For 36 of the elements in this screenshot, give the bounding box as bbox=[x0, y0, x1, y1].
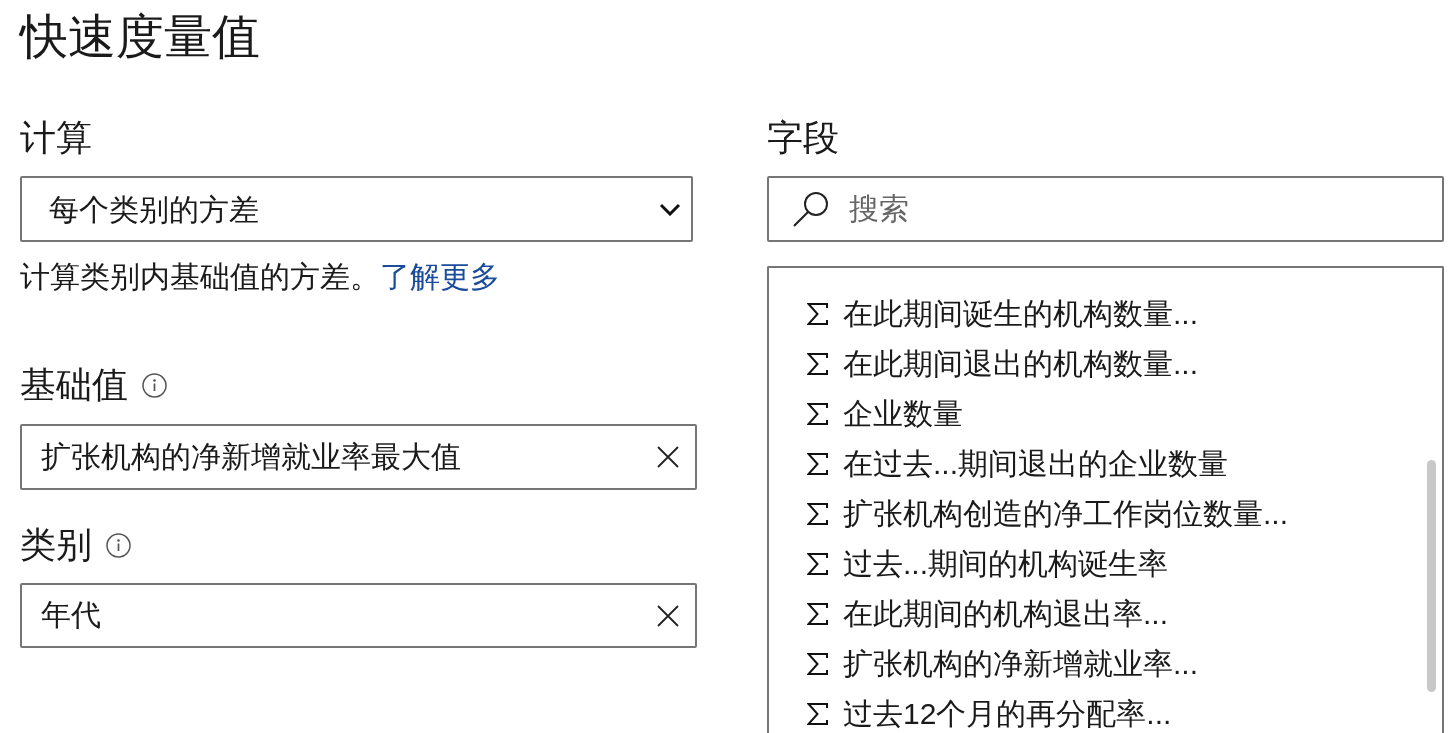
field-list-item[interactable]: 在过去...期间退出的企业数量 bbox=[769, 439, 1442, 489]
sigma-icon bbox=[807, 403, 828, 425]
sigma-icon bbox=[807, 553, 828, 575]
sigma-icon bbox=[807, 303, 828, 325]
field-list-item[interactable]: 在此期间退出的机构数量... bbox=[769, 339, 1442, 389]
field-list-item[interactable]: 扩张机构的净新增就业率... bbox=[769, 639, 1442, 689]
search-icon bbox=[793, 191, 829, 227]
sigma-icon bbox=[807, 353, 828, 375]
field-list-item[interactable]: 过去12个月的再分配率... bbox=[769, 689, 1442, 733]
sigma-icon bbox=[807, 653, 828, 675]
scrollbar-thumb[interactable] bbox=[1427, 460, 1436, 692]
calculation-dropdown[interactable]: 每个类别的方差 bbox=[20, 176, 693, 242]
calculation-label: 计算 bbox=[20, 116, 92, 160]
field-list-item[interactable]: 过去...期间的机构诞生率 bbox=[769, 539, 1442, 589]
field-list-item[interactable]: 在此期间诞生的机构数量... bbox=[769, 289, 1442, 339]
dialog-title: 快速度量值 bbox=[20, 9, 260, 65]
base-value-label: 基础值 bbox=[20, 363, 128, 407]
sigma-icon bbox=[807, 453, 828, 475]
close-icon[interactable] bbox=[657, 604, 679, 627]
sigma-icon bbox=[807, 703, 828, 725]
sigma-icon bbox=[807, 503, 828, 525]
fields-label: 字段 bbox=[767, 116, 839, 160]
info-icon[interactable] bbox=[142, 372, 167, 398]
learn-more-link[interactable]: 了解更多 bbox=[380, 260, 500, 293]
close-icon[interactable] bbox=[657, 446, 679, 468]
description-text: 计算类别内基础值的方差。了解更多 bbox=[20, 259, 500, 295]
chevron-down-icon bbox=[659, 202, 681, 216]
info-icon[interactable] bbox=[106, 532, 131, 558]
category-field[interactable]: 年代 bbox=[20, 583, 697, 648]
field-list-item[interactable]: 扩张机构创造的净工作岗位数量... bbox=[769, 489, 1442, 539]
sigma-icon bbox=[807, 603, 828, 625]
field-list-item[interactable]: 在此期间的机构退出率... bbox=[769, 589, 1442, 639]
field-list-item[interactable]: 企业数量 bbox=[769, 389, 1442, 439]
base-value-field[interactable]: 扩张机构的净新增就业率最大值 bbox=[20, 424, 697, 490]
search-field[interactable]: 搜索 bbox=[767, 176, 1444, 242]
category-label: 类别 bbox=[20, 523, 92, 567]
